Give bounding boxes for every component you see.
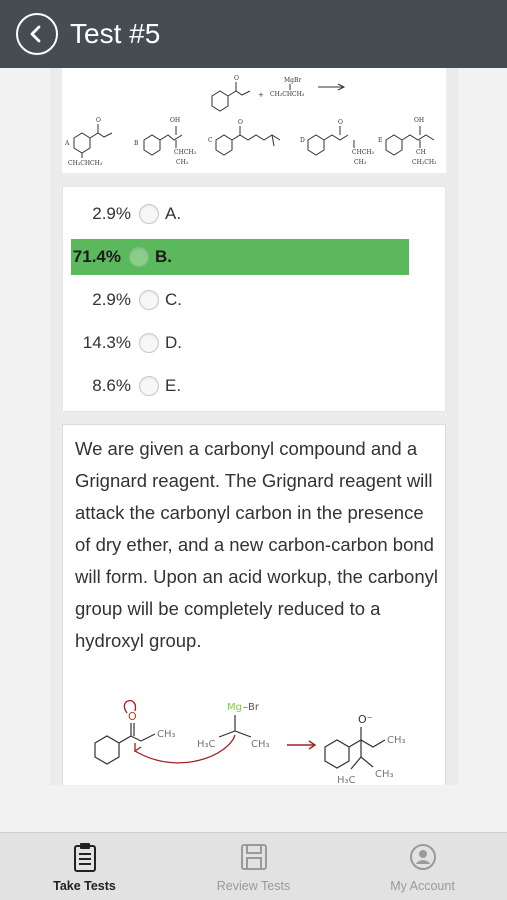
answer-percent: 14.3% <box>82 333 131 352</box>
explanation-card: We are given a carbonyl compound and a G… <box>62 424 446 785</box>
answer-choices: 2.9% A. 71.4% B. 2.9% C. 14.3% D. 8.6% E… <box>62 186 446 412</box>
answer-letter: A. <box>165 204 182 223</box>
fig-group-b2: CH₃ <box>176 159 189 166</box>
mech-br: –Br <box>243 702 260 713</box>
nav-review-tests[interactable]: Review Tests <box>169 833 338 900</box>
radio-button[interactable] <box>139 290 159 310</box>
fig-label-a: A <box>64 140 70 147</box>
svg-text:O: O <box>338 119 343 126</box>
mech-ch3-product-2: CH₃ <box>375 769 394 780</box>
mech-o: O <box>128 710 137 723</box>
mech-h3c: H₃C <box>197 739 216 750</box>
save-disk-icon <box>240 844 267 870</box>
svg-text:O: O <box>96 117 101 124</box>
nav-my-account[interactable]: My Account <box>338 833 507 900</box>
fig-label-d: D <box>300 137 305 144</box>
nav-label: Take Tests <box>53 879 116 893</box>
answer-letter: C. <box>165 290 182 309</box>
question-panel: O + MgBr CH₃CHCH₃ A O CH₃CHCH₃ B OH CHCH… <box>50 68 458 785</box>
clipboard-icon <box>73 843 96 872</box>
fig-group-e2: CH₂CH₃ <box>412 159 437 166</box>
fig-reagent-bottom: CH₃CHCH₃ <box>270 91 305 98</box>
mech-h3c-product: H₃C <box>337 775 356 785</box>
answer-option-d[interactable]: 14.3% D. <box>63 325 447 361</box>
fig-o-label: O <box>234 75 239 82</box>
answer-percent: 2.9% <box>92 290 131 309</box>
mech-ch3-left: CH₃ <box>157 729 176 740</box>
svg-text:O: O <box>238 119 243 126</box>
page-title: Test #5 <box>70 18 161 49</box>
svg-text:+: + <box>258 91 264 99</box>
fig-group-d1: CHCH₃ <box>352 149 375 156</box>
answer-percent: 71.4% <box>72 247 121 266</box>
answer-option-c[interactable]: 2.9% C. <box>63 282 447 318</box>
answer-option-a[interactable]: 2.9% A. <box>63 196 447 232</box>
answer-letter: E. <box>165 376 182 395</box>
back-button[interactable] <box>16 13 58 55</box>
answer-letter: D. <box>165 333 182 352</box>
fig-label-e: E <box>378 137 382 144</box>
answer-letter: B. <box>155 247 172 266</box>
fig-reagent-top: MgBr <box>284 77 301 84</box>
app-header: Test #5 <box>0 0 507 68</box>
fig-group-b1: CHCH₃ <box>174 149 197 156</box>
radio-button[interactable] <box>139 333 159 353</box>
radio-button[interactable] <box>139 204 159 224</box>
fig-label-c: C <box>208 137 213 144</box>
mech-o-minus: O⁻ <box>358 713 373 726</box>
answer-option-e[interactable]: 8.6% E. <box>63 368 447 404</box>
account-icon <box>409 844 436 870</box>
explanation-text: We are given a carbonyl compound and a G… <box>75 438 438 651</box>
answer-option-b[interactable]: 71.4% B. <box>71 239 409 275</box>
svg-text:OH: OH <box>170 117 180 124</box>
radio-button[interactable] <box>129 247 149 267</box>
fig-group-d2: CH₃ <box>354 159 367 166</box>
mech-ch3-mid: CH₃ <box>251 739 270 750</box>
nav-label: My Account <box>390 879 455 893</box>
answer-percent: 8.6% <box>92 376 131 395</box>
mech-ch3-product-1: CH₃ <box>387 735 406 746</box>
mech-mg: Mg <box>227 702 242 713</box>
question-structure-figure: O + MgBr CH₃CHCH₃ A O CH₃CHCH₃ B OH CHCH… <box>62 68 446 173</box>
svg-text:OH: OH <box>414 117 424 124</box>
bottom-nav: Take Tests Review Tests My Account <box>0 832 507 900</box>
answer-percent: 2.9% <box>92 204 131 223</box>
radio-button[interactable] <box>139 376 159 396</box>
back-arrow-icon <box>30 25 41 43</box>
nav-label: Review Tests <box>216 879 291 893</box>
fig-label-b: B <box>134 140 139 147</box>
fig-group-e1: CH <box>416 149 426 156</box>
fig-group-a: CH₃CHCH₃ <box>68 160 103 167</box>
mechanism-figure: O CH₃ Mg –Br H₃C CH₃ O⁻ CH₃ H₃C CH₃ <box>94 700 406 785</box>
nav-take-tests[interactable]: Take Tests <box>0 833 169 900</box>
